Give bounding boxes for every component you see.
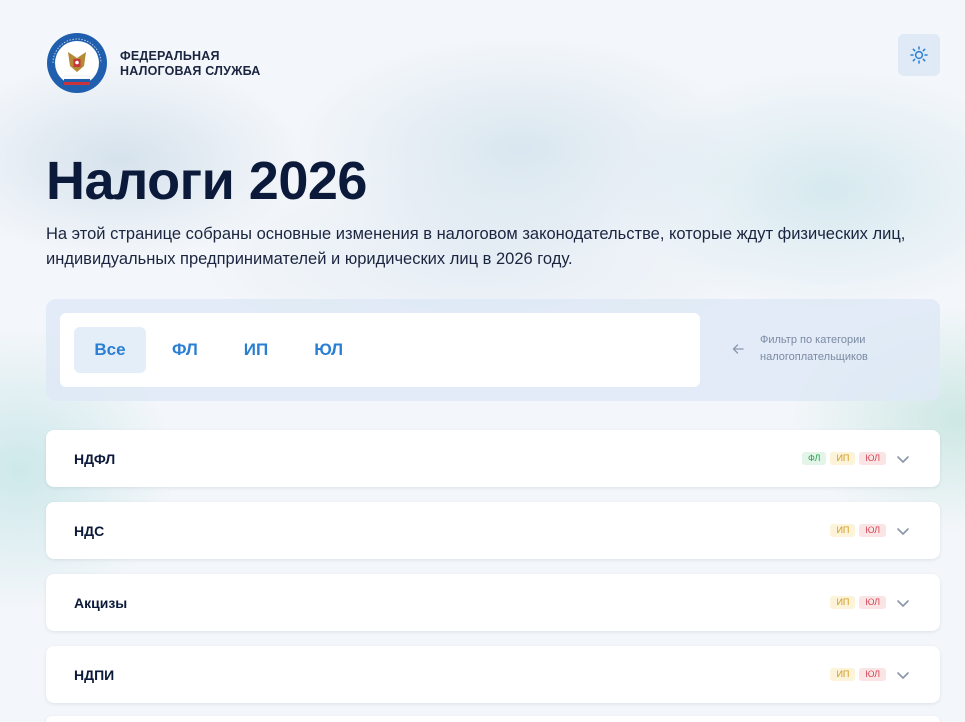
section-excise[interactable]: Акцизы ИП ЮЛ xyxy=(46,574,940,631)
section-ndpi[interactable]: НДПИ ИП ЮЛ xyxy=(46,646,940,703)
section-nds[interactable]: НДС ИП ЮЛ xyxy=(46,502,940,559)
chevron-down-icon[interactable] xyxy=(896,596,910,610)
badge-ul: ЮЛ xyxy=(859,524,886,537)
section-title: НДС xyxy=(74,522,105,539)
page-description: На этой странице собраны основные измене… xyxy=(46,225,906,268)
theme-toggle-button[interactable] xyxy=(898,34,940,76)
section-title: Акцизы xyxy=(74,594,128,611)
filter-hint-line-1: Фильтр по категории xyxy=(760,334,866,346)
tab-fl[interactable]: ФЛ xyxy=(152,327,218,373)
fns-emblem-icon[interactable] xyxy=(46,32,108,94)
section-next-partial[interactable] xyxy=(46,716,940,722)
badge-fl: ФЛ xyxy=(802,452,827,465)
filter-hint-line-2: налогоплательщиков xyxy=(760,351,868,363)
filter-hint: Фильтр по категории налогоплательщиков xyxy=(732,332,868,366)
chevron-down-icon[interactable] xyxy=(896,524,910,538)
badge-ip: ИП xyxy=(830,668,856,681)
filter-hint-text: Фильтр по категории налогоплательщиков xyxy=(760,332,868,366)
badge-ul: ЮЛ xyxy=(859,596,886,609)
section-badges: ФЛ ИП ЮЛ xyxy=(802,430,910,487)
tab-ul[interactable]: ЮЛ xyxy=(294,327,363,373)
section-badges: ИП ЮЛ xyxy=(830,502,910,559)
sun-icon xyxy=(910,46,928,64)
badge-ip: ИП xyxy=(830,524,856,537)
section-title: НДФЛ xyxy=(74,450,116,467)
badge-ul: ЮЛ xyxy=(859,452,886,465)
section-badges: ИП ЮЛ xyxy=(830,646,910,703)
brand-name[interactable]: ФЕДЕРАЛЬНАЯ НАЛОГОВАЯ СЛУЖБА xyxy=(120,49,261,79)
badge-ip: ИП xyxy=(830,596,856,609)
site-header: ФЕДЕРАЛЬНАЯ НАЛОГОВАЯ СЛУЖБА xyxy=(46,32,940,94)
section-title: НДПИ xyxy=(74,666,115,683)
badge-ul: ЮЛ xyxy=(859,668,886,681)
arrow-left-icon xyxy=(732,344,744,354)
brand-line-1: ФЕДЕРАЛЬНАЯ xyxy=(120,49,220,63)
category-tabs: Все ФЛ ИП ЮЛ xyxy=(60,313,700,387)
tab-ip[interactable]: ИП xyxy=(224,327,288,373)
chevron-down-icon[interactable] xyxy=(896,668,910,682)
chevron-down-icon[interactable] xyxy=(896,452,910,466)
badge-ip: ИП xyxy=(830,452,856,465)
brand-line-2: НАЛОГОВАЯ СЛУЖБА xyxy=(120,64,261,78)
page-title: Налоги 2026 xyxy=(46,151,367,211)
tab-all[interactable]: Все xyxy=(74,327,146,373)
section-badges: ИП ЮЛ xyxy=(830,574,910,631)
category-filter-panel: Все ФЛ ИП ЮЛ Фильтр по категории налогоп… xyxy=(46,299,940,401)
section-ndfl[interactable]: НДФЛ ФЛ ИП ЮЛ xyxy=(46,430,940,487)
